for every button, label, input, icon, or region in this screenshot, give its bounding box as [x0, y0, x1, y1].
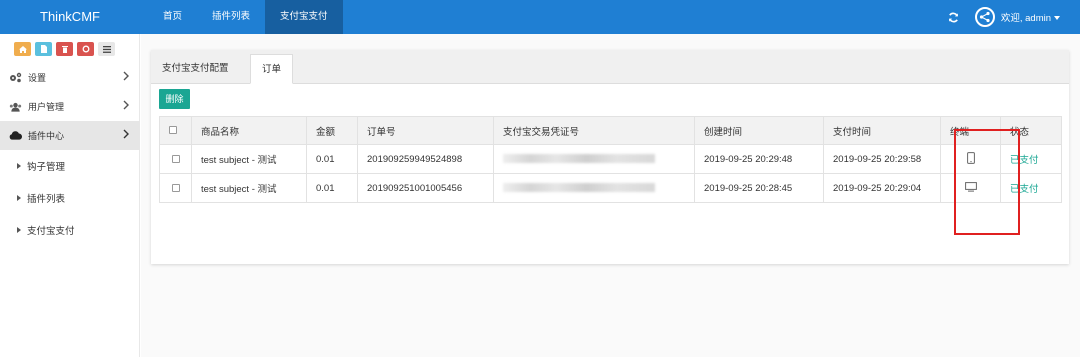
cell-order-no: 201909259949524898 — [357, 144, 494, 174]
cell-amount: 0.01 — [306, 144, 358, 174]
top-navbar: ThinkCMF 首页 插件列表 支付宝支付 欢迎, admin — [0, 0, 1080, 34]
blurred-trade-no — [503, 154, 655, 164]
caret-right-icon — [17, 195, 21, 201]
header-status[interactable]: 状态 — [1000, 116, 1062, 145]
quick-actions — [14, 42, 115, 56]
sidebar-item-label: 用户管理 — [28, 102, 65, 112]
cloud-icon — [9, 130, 22, 142]
caret-down-icon — [1054, 16, 1060, 21]
cell-product-name: test subject - 测试 — [191, 173, 307, 203]
header-paid-time[interactable]: 支付时间 — [823, 116, 941, 145]
cell-created-time: 2019-09-25 20:28:45 — [694, 173, 824, 203]
row-checkbox[interactable] — [171, 154, 180, 163]
tab-alipay-config[interactable]: 支付宝支付配置 — [151, 54, 240, 84]
user-avatar-icon[interactable] — [974, 7, 995, 27]
cell-alipay-trade-no — [493, 173, 695, 203]
home-icon — [18, 45, 27, 53]
home-button[interactable] — [14, 42, 31, 56]
sidebar: 设置 用户管理 插件中心 钩子管理 插件列表 支付宝支付 — [0, 34, 140, 357]
brand-logo[interactable]: ThinkCMF — [0, 0, 140, 34]
sidebar-item-label: 插件中心 — [28, 131, 65, 141]
row-select-cell — [159, 144, 192, 174]
orders-table: 商品名称 金额 订单号 支付宝交易凭证号 创建时间 支付时间 终端 状态 tes… — [159, 116, 1062, 203]
list-button[interactable] — [98, 42, 115, 56]
sidebar-subitem-plugin-list[interactable]: 插件列表 — [0, 184, 140, 212]
list-icon — [102, 45, 111, 53]
orders-panel: 支付宝支付配置 订单 删除 商品名称 金额 订单号 支付宝交易凭证号 创建时间 … — [151, 50, 1069, 264]
sidebar-subitem-label: 支付宝支付 — [27, 226, 75, 237]
sidebar-item-users[interactable]: 用户管理 — [0, 92, 140, 121]
select-all-checkbox[interactable] — [169, 126, 177, 135]
cell-paid-time: 2019-09-25 20:29:58 — [823, 144, 941, 174]
topnav-home[interactable]: 首页 — [148, 0, 197, 34]
cell-paid-time: 2019-09-25 20:29:04 — [823, 173, 941, 203]
cell-terminal — [940, 144, 1001, 174]
document-icon — [40, 45, 47, 53]
header-product-name[interactable]: 商品名称 — [191, 116, 307, 145]
caret-right-icon — [17, 163, 21, 169]
desktop-icon — [964, 181, 977, 192]
cell-created-time: 2019-09-25 20:29:48 — [694, 144, 824, 174]
sidebar-subitem-label: 插件列表 — [27, 194, 66, 205]
row-checkbox[interactable] — [171, 183, 180, 192]
recycle-button[interactable] — [77, 42, 94, 56]
tab-orders[interactable]: 订单 — [250, 54, 294, 84]
delete-button[interactable]: 删除 — [159, 89, 190, 109]
header-terminal[interactable]: 终端 — [940, 116, 1001, 145]
cell-status: 已支付 — [1000, 173, 1062, 203]
document-button[interactable] — [35, 42, 52, 56]
tab-bar: 支付宝支付配置 订单 — [151, 50, 1069, 84]
row-select-cell — [159, 173, 192, 203]
cell-terminal — [940, 173, 1001, 203]
cell-order-no: 201909251001005456 — [357, 173, 494, 203]
blurred-trade-no — [503, 183, 655, 193]
sidebar-item-settings[interactable]: 设置 — [0, 63, 140, 92]
header-alipay-trade-no[interactable]: 支付宝交易凭证号 — [493, 116, 695, 145]
sidebar-item-label: 设置 — [28, 73, 47, 83]
cell-status: 已支付 — [1000, 144, 1062, 174]
header-order-no[interactable]: 订单号 — [357, 116, 494, 145]
chevron-right-icon — [123, 129, 129, 141]
cell-product-name: test subject - 测试 — [191, 144, 307, 174]
cell-alipay-trade-no — [493, 144, 695, 174]
trash-button[interactable] — [56, 42, 73, 56]
refresh-icon[interactable] — [948, 12, 959, 23]
mobile-icon — [966, 151, 975, 164]
topnav-plugin-list[interactable]: 插件列表 — [197, 0, 265, 34]
select-all-cell — [159, 116, 192, 145]
header-created-time[interactable]: 创建时间 — [694, 116, 824, 145]
table-header-row: 商品名称 金额 订单号 支付宝交易凭证号 创建时间 支付时间 终端 状态 — [159, 116, 1062, 145]
sidebar-subitem-hook-manage[interactable]: 钩子管理 — [0, 152, 140, 180]
users-icon — [9, 101, 22, 113]
sidebar-item-plugin-center[interactable]: 插件中心 — [0, 121, 140, 150]
caret-right-icon — [17, 227, 21, 233]
user-greeting: 欢迎, admin — [1000, 13, 1051, 24]
top-right-area: 欢迎, admin — [948, 0, 1060, 34]
topnav-alipay[interactable]: 支付宝支付 — [265, 0, 343, 34]
main-content: 支付宝支付配置 订单 删除 商品名称 金额 订单号 支付宝交易凭证号 创建时间 … — [141, 34, 1080, 357]
table-row: test subject - 测试 0.01 20190925100100545… — [159, 173, 1062, 203]
chevron-right-icon — [123, 71, 129, 83]
chevron-right-icon — [123, 100, 129, 112]
trash-icon — [61, 46, 68, 53]
cell-amount: 0.01 — [306, 173, 358, 203]
sidebar-subitem-label: 钩子管理 — [27, 162, 66, 173]
recycle-icon — [82, 45, 89, 53]
top-nav: 首页 插件列表 支付宝支付 — [148, 0, 343, 34]
table-row: test subject - 测试 0.01 20190925994952489… — [159, 144, 1062, 174]
user-menu[interactable]: 欢迎, admin — [1001, 10, 1060, 24]
sidebar-subitem-alipay[interactable]: 支付宝支付 — [0, 216, 140, 244]
header-amount[interactable]: 金额 — [306, 116, 358, 145]
gears-icon — [9, 72, 22, 84]
